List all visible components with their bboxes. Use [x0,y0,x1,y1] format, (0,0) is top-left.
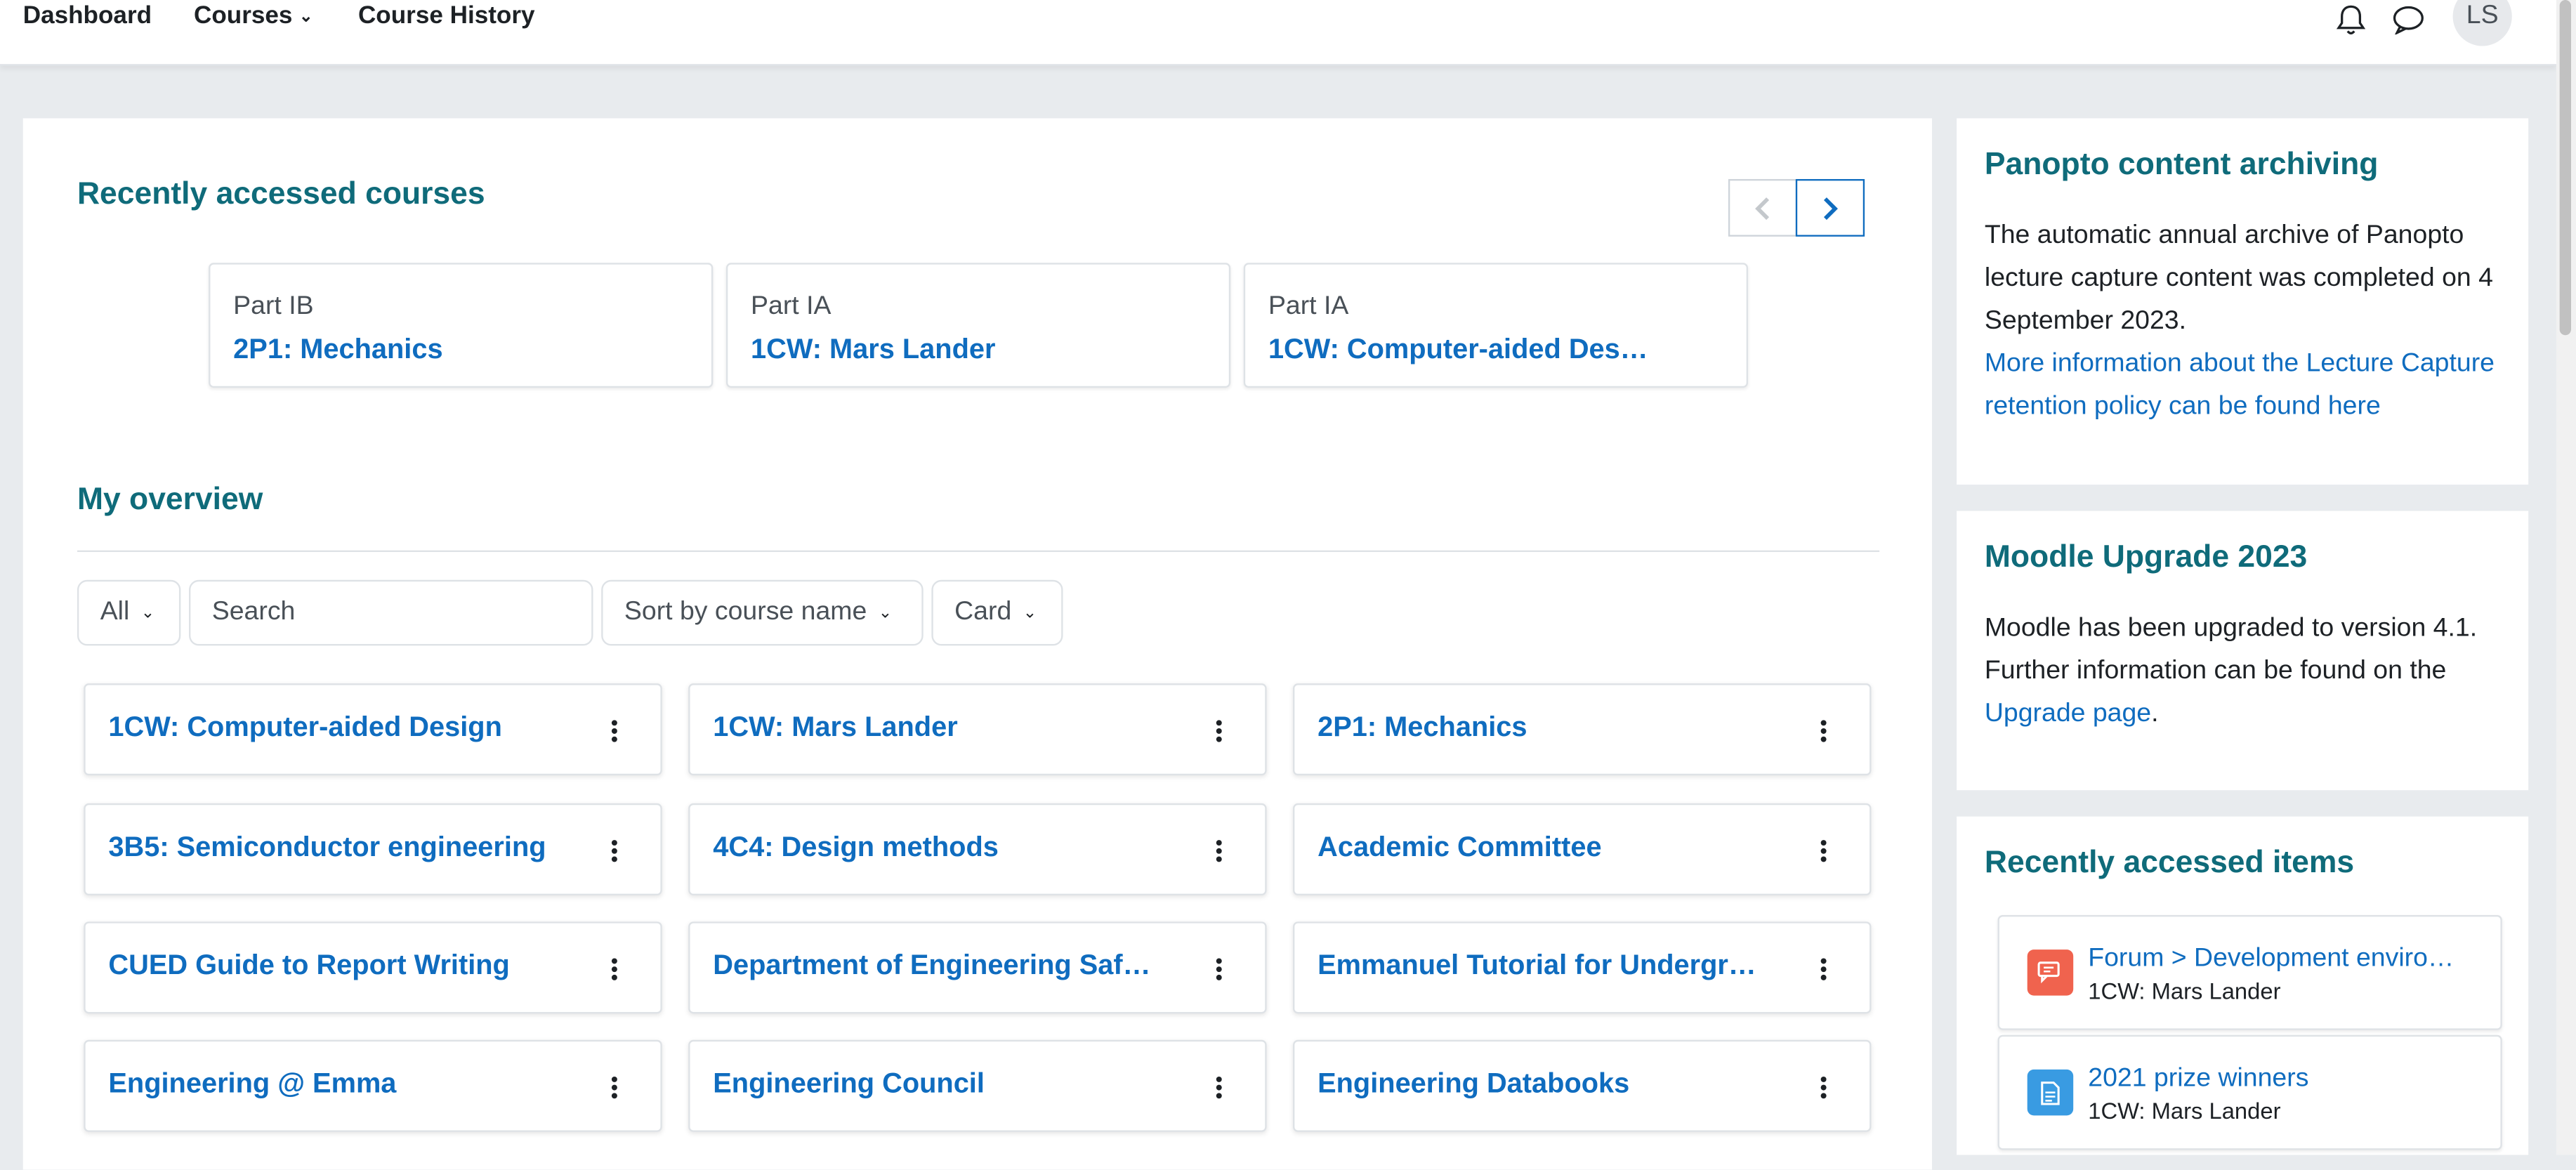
recent-course-card[interactable]: Part IA 1CW: Computer-aided Des… [1243,263,1749,388]
panopto-body: The automatic annual archive of Panopto … [1985,215,2511,428]
my-overview-title: My overview [77,482,263,518]
course-title-link[interactable]: 4C4: Design methods [713,832,1189,865]
kebab-menu-icon[interactable] [605,713,624,749]
course-card[interactable]: 1CW: Mars Lander [688,683,1267,776]
chevron-right-icon [1823,196,1838,219]
course-title-link[interactable]: 3B5: Semiconductor engineering [108,832,584,865]
course-category: Part IB [233,292,314,321]
chevron-left-icon [1755,196,1770,219]
course-card[interactable]: 1CW: Computer-aided Design [84,683,662,776]
course-card[interactable]: Emmanuel Tutorial for Undergr… [1293,921,1872,1014]
course-card[interactable]: 3B5: Semiconductor engineering [84,803,662,895]
course-title-link[interactable]: Engineering @ Emma [108,1068,584,1101]
kebab-menu-icon[interactable] [605,833,624,869]
kebab-menu-icon[interactable] [1814,833,1834,869]
course-card[interactable]: 4C4: Design methods [688,803,1267,895]
recent-course-card[interactable]: Part IB 2P1: Mechanics [209,263,714,388]
page-icon [2027,1069,2074,1116]
panopto-block: Panopto content archiving The automatic … [1957,118,2529,485]
course-card[interactable]: Engineering @ Emma [84,1039,662,1132]
moodle-upgrade-block: Moodle Upgrade 2023 Moodle has been upgr… [1957,511,2529,791]
messages-icon[interactable] [2388,0,2428,39]
nav-course-history[interactable]: Course History [358,1,535,29]
chevron-down-icon: ⌄ [298,8,313,27]
kebab-menu-icon[interactable] [1814,951,1834,987]
divider [77,550,1880,553]
course-title-link[interactable]: 1CW: Computer-aided Design [108,711,584,744]
kebab-menu-icon[interactable] [1209,951,1229,987]
forum-icon [2027,949,2074,996]
view-value: Card [954,598,1012,626]
recent-item-title[interactable]: 2021 prize winners [2088,1065,2474,1094]
moodle-upgrade-title: Moodle Upgrade 2023 [1984,540,2308,575]
course-title-link[interactable]: Emmanuel Tutorial for Undergr… [1317,949,1794,982]
course-card[interactable]: Engineering Council [688,1039,1267,1132]
nav-courses[interactable]: Courses ⌄ [194,1,313,29]
moodle-upgrade-suffix: . [2151,699,2159,728]
view-dropdown[interactable]: Card ⌄ [931,579,1063,646]
upgrade-page-link[interactable]: Upgrade page [1985,700,2151,728]
bell-icon[interactable] [2331,0,2370,39]
course-card[interactable]: Engineering Databooks [1293,1039,1872,1132]
course-title-link[interactable]: Engineering Council [713,1068,1189,1101]
kebab-menu-icon[interactable] [1209,833,1229,869]
course-card[interactable]: 2P1: Mechanics [1293,683,1872,776]
recent-item-course: 1CW: Mars Lander [2088,977,2281,1004]
sort-dropdown[interactable]: Sort by course name ⌄ [601,579,924,646]
kebab-menu-icon[interactable] [1814,1070,1834,1105]
course-title-link[interactable]: CUED Guide to Report Writing [108,949,584,982]
search-input[interactable]: Search [189,579,593,646]
kebab-menu-icon[interactable] [1209,1070,1229,1105]
recent-item[interactable]: 2021 prize winners 1CW: Mars Lander [1997,1034,2502,1150]
recent-item-title[interactable]: Forum > Development enviro… [2088,945,2474,974]
course-name-link[interactable]: 1CW: Computer-aided Des… [1268,334,1648,367]
panopto-title: Panopto content archiving [1984,147,2379,183]
chevron-down-icon: ⌄ [1023,603,1037,622]
kebab-menu-icon[interactable] [1209,713,1229,749]
filter-value: All [100,598,130,626]
recent-course-card[interactable]: Part IA 1CW: Mars Lander [725,263,1231,388]
moodle-upgrade-text: Moodle has been upgraded to version 4.1.… [1984,614,2478,685]
kebab-menu-icon[interactable] [1814,713,1834,749]
recent-item-course: 1CW: Mars Lander [2088,1097,2281,1124]
nav-courses-label: Courses [194,1,293,30]
kebab-menu-icon[interactable] [605,951,624,987]
moodle-upgrade-body: Moodle has been upgraded to version 4.1.… [1985,608,2511,736]
avatar[interactable]: LS [2452,0,2512,46]
course-card[interactable]: CUED Guide to Report Writing [84,921,662,1014]
course-card[interactable]: Department of Engineering Saf… [688,921,1267,1014]
retention-policy-link[interactable]: More information about the Lecture Captu… [1985,350,2495,421]
chevron-down-icon: ⌄ [878,603,893,622]
carousel-prev-button[interactable] [1728,178,1798,237]
recent-items-title: Recently accessed items [1984,846,2355,881]
search-placeholder: Search [211,598,296,626]
panopto-text: The automatic annual archive of Panopto … [1984,221,2493,336]
recent-item[interactable]: Forum > Development enviro… 1CW: Mars La… [1997,914,2502,1030]
course-category: Part IA [751,292,832,321]
top-navbar: Dashboard Courses ⌄ Course History LS [0,0,2556,66]
course-title-link[interactable]: Department of Engineering Saf… [713,949,1189,982]
course-title-link[interactable]: 2P1: Mechanics [1317,711,1794,744]
chevron-down-icon: ⌄ [140,603,155,622]
sort-value: Sort by course name [624,598,867,626]
course-card[interactable]: Academic Committee [1293,803,1872,895]
course-title-link[interactable]: Academic Committee [1317,832,1794,865]
recent-courses-title: Recently accessed courses [77,177,485,212]
carousel-next-button[interactable] [1795,178,1865,237]
scrollbar-thumb[interactable] [2559,0,2572,336]
course-name-link[interactable]: 1CW: Mars Lander [751,334,995,367]
filter-dropdown[interactable]: All ⌄ [77,579,181,646]
nav-dashboard[interactable]: Dashboard [23,1,152,29]
kebab-menu-icon[interactable] [605,1070,624,1105]
course-category: Part IA [1268,292,1349,321]
course-title-link[interactable]: Engineering Databooks [1317,1068,1794,1101]
course-title-link[interactable]: 1CW: Mars Lander [713,711,1189,744]
course-name-link[interactable]: 2P1: Mechanics [233,334,442,367]
